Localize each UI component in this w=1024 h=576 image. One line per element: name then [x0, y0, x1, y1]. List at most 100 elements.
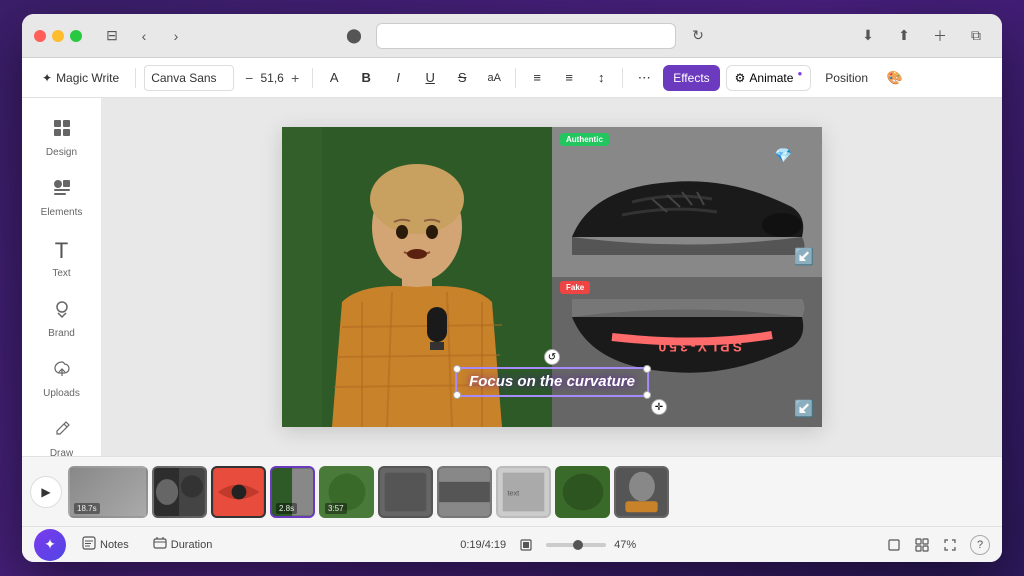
timeline: ▶ 18.7s [22, 456, 1002, 526]
sidebar-item-uploads[interactable]: Uploads [26, 351, 98, 407]
svg-text:SPLY-350: SPLY-350 [655, 339, 742, 355]
resize-handle-tl[interactable] [453, 365, 461, 373]
resize-handle-tr[interactable] [643, 365, 651, 373]
current-time: 0:19 [460, 539, 481, 551]
zoom-control [546, 543, 606, 547]
share-icon[interactable]: ⬆ [890, 22, 918, 50]
tabs-icon[interactable]: ⧉ [962, 22, 990, 50]
effects-button[interactable]: Effects [663, 65, 719, 91]
sidebar-item-text[interactable]: T Text [26, 230, 98, 287]
canvas-content: Authentic 💎 ↙️ [282, 127, 822, 427]
uploads-icon [52, 359, 72, 384]
timeline-clip-7[interactable] [437, 466, 492, 518]
total-time: 4:19 [485, 539, 506, 551]
zoom-thumb[interactable] [573, 540, 583, 550]
timeline-clips: 18.7s [68, 466, 994, 518]
resize-handle-br[interactable] [643, 391, 651, 399]
rotate-handle[interactable]: ↺ [544, 349, 560, 365]
timeline-clip-6[interactable] [378, 466, 433, 518]
diamond-icon: 💎 [775, 147, 792, 164]
help-button[interactable]: ? [970, 535, 990, 555]
bold-button[interactable]: B [353, 65, 379, 91]
extra-options-button[interactable]: 🎨 [882, 65, 908, 91]
move-handle[interactable]: ✛ [651, 399, 667, 415]
duration-icon [153, 536, 167, 553]
timeline-clip-2[interactable] [152, 466, 207, 518]
font-size-control: − 51,6 + [240, 69, 304, 87]
shoe-yeezy-authentic: Authentic 💎 ↙️ [552, 127, 822, 277]
canvas[interactable]: Authentic 💎 ↙️ [282, 127, 822, 427]
play-button[interactable]: ▶ [30, 476, 62, 508]
sidebar-item-elements[interactable]: Elements [26, 170, 98, 226]
close-button[interactable] [34, 30, 46, 42]
zoom-level: 47% [614, 539, 642, 551]
time-display: 0:19/4:19 [460, 539, 506, 551]
sidebar-item-brand[interactable]: Brand [26, 291, 98, 347]
sidebar-toggle-button[interactable]: ⊟ [98, 22, 126, 50]
magic-write-button[interactable]: ✦ Magic Write [34, 64, 127, 92]
line-spacing-button[interactable]: ↕ [588, 65, 614, 91]
timeline-clip-1[interactable]: 18.7s [68, 466, 148, 518]
toolbar-divider-2 [312, 68, 313, 88]
timeline-clip-3[interactable] [211, 466, 266, 518]
shoe-top: Authentic 💎 ↙️ [552, 127, 822, 277]
font-color-button[interactable]: A [321, 65, 347, 91]
magic-circle-button[interactable]: ✦ [34, 529, 66, 561]
title-bar-right: ⬇ ⬆ ＋ ⧉ [854, 22, 990, 50]
font-size-decrease[interactable]: − [240, 69, 258, 87]
single-view-button[interactable] [882, 533, 906, 557]
timeline-clip-4[interactable]: 2.8s [270, 466, 315, 518]
resize-handle-bl[interactable] [453, 391, 461, 399]
caption-text[interactable]: Focus on the curvature [469, 373, 635, 390]
timeline-clip-9[interactable] [555, 466, 610, 518]
align-left-button[interactable]: ≡ [524, 65, 550, 91]
main-window: ⊟ ‹ › ⬤ ↻ ⬇ ⬆ ＋ ⧉ ✦ Magic Write Canva Sa… [22, 14, 1002, 562]
canvas-area[interactable]: Authentic 💎 ↙️ [102, 98, 1002, 456]
caption-box[interactable]: ↺ ✛ Focus on the curvature [455, 367, 649, 397]
timeline-clip-10[interactable] [614, 466, 669, 518]
grid-view-button[interactable] [910, 533, 934, 557]
font-size-increase[interactable]: + [286, 69, 304, 87]
main-content: Design Elements T Text [22, 98, 1002, 456]
bottom-bar-left: Notes Duration [74, 533, 220, 557]
new-tab-icon[interactable]: ＋ [926, 22, 954, 50]
sidebar-item-draw[interactable]: Draw [26, 411, 98, 456]
bottom-bar: ✦ Notes [22, 526, 1002, 562]
download-icon[interactable]: ⬇ [854, 22, 882, 50]
zoom-slider[interactable] [546, 543, 606, 547]
strikethrough-button[interactable]: S [449, 65, 475, 91]
effects-label: Effects [673, 71, 709, 85]
timeline-clip-5[interactable]: 3:57 [319, 466, 374, 518]
refresh-icon[interactable]: ↻ [684, 22, 712, 50]
animate-button[interactable]: ⚙ Animate ● [726, 65, 812, 91]
duration-button[interactable]: Duration [145, 533, 221, 557]
forward-button[interactable]: › [162, 22, 190, 50]
address-bar[interactable] [376, 23, 676, 49]
case-button[interactable]: aA [481, 65, 507, 91]
align-center-button[interactable]: ≡ [556, 65, 582, 91]
elements-label: Elements [41, 207, 83, 218]
brand-icon [52, 299, 72, 324]
fit-to-screen-button[interactable] [514, 533, 538, 557]
magic-write-label: Magic Write [56, 71, 119, 85]
position-button[interactable]: Position [817, 65, 876, 91]
font-selector[interactable]: Canva Sans [144, 65, 234, 91]
font-size-value: 51,6 [260, 71, 284, 85]
maximize-button[interactable] [70, 30, 82, 42]
position-label: Position [825, 71, 868, 85]
underline-button[interactable]: U [417, 65, 443, 91]
minimize-button[interactable] [52, 30, 64, 42]
sidebar-item-design[interactable]: Design [26, 110, 98, 166]
notes-button[interactable]: Notes [74, 533, 137, 557]
back-button[interactable]: ‹ [130, 22, 158, 50]
fullscreen-button[interactable] [938, 533, 962, 557]
italic-button[interactable]: I [385, 65, 411, 91]
more-options-button[interactable]: ⋯ [631, 65, 657, 91]
animate-label: Animate [749, 71, 793, 85]
draw-label: Draw [50, 448, 73, 456]
canva-icon: ⬤ [340, 22, 368, 50]
timeline-clip-8[interactable]: text [496, 466, 551, 518]
clip-duration-5: 3:57 [325, 503, 347, 514]
nav-buttons: ⊟ ‹ › [98, 22, 190, 50]
address-bar-container: ⬤ ↻ [206, 22, 846, 50]
